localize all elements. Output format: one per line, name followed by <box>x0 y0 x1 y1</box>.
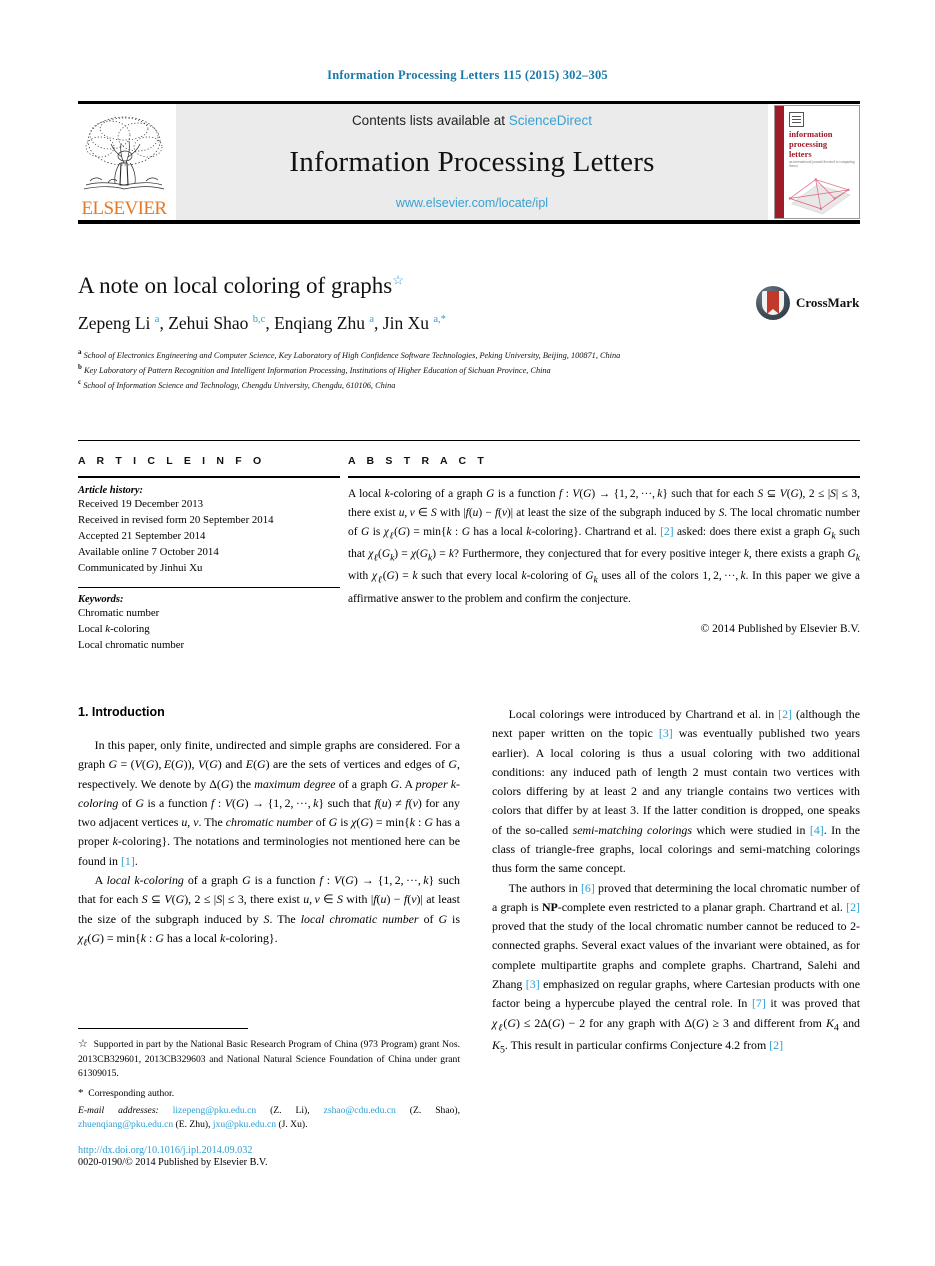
title-footnote-star-icon[interactable]: ☆ <box>392 272 404 287</box>
elsevier-wordmark: ELSEVIER <box>81 198 168 219</box>
section-heading-introduction: 1. Introduction <box>78 705 165 719</box>
article-info-rule <box>78 476 340 478</box>
info-section-top-rule <box>78 440 860 441</box>
affiliation-label: c <box>78 378 82 386</box>
body-paragraph: A local k-coloring of a graph G is a fun… <box>78 872 461 949</box>
masthead-center: Contents lists available at ScienceDirec… <box>176 104 768 220</box>
body-paragraph: Local colorings were introduced by Chart… <box>492 707 860 876</box>
abstract-column: A B S T R A C T A local k-coloring of a … <box>348 455 860 635</box>
masthead-bottom-rule <box>78 220 860 224</box>
article-title-text: A note on local coloring of graphs <box>78 273 393 298</box>
article-history-label: Article history: <box>78 484 144 496</box>
body-left-column: 1. Introduction In this paper, only fini… <box>78 705 460 951</box>
keyword-item: Chromatic number <box>78 606 160 619</box>
footnote-email-addresses: E-mail addresses: lizepeng@pku.edu.cn (Z… <box>78 1104 460 1131</box>
cover-subtitle: an international journal devoted to comp… <box>789 160 855 168</box>
affiliation-text: School of Electronics Engineering and Co… <box>83 350 621 360</box>
article-info-column: A R T I C L E I N F O Article history: R… <box>78 455 340 653</box>
affiliation-text: School of Information Science and Techno… <box>83 380 396 390</box>
article-history-item: Accepted 21 September 2014 <box>78 529 206 542</box>
affiliation-list: a School of Electronics Engineering and … <box>78 347 860 393</box>
cover-title-line-3: letters <box>789 149 812 159</box>
elsevier-logo: ELSEVIER <box>78 104 170 220</box>
cover-title-line-2: processing <box>789 139 828 149</box>
abstract-text: A local k-coloring of a graph G is a fun… <box>348 487 860 605</box>
issn-copyright-line: 0020-0190/© 2014 Published by Elsevier B… <box>78 1156 268 1168</box>
keywords-rule <box>78 586 340 588</box>
article-info-heading: A R T I C L E I N F O <box>78 455 266 467</box>
running-head: Information Processing Letters 115 (2015… <box>327 68 608 82</box>
sciencedirect-link[interactable]: ScienceDirect <box>509 113 592 128</box>
article-history-item: Available online 7 October 2014 <box>78 546 219 559</box>
footnote-corresponding-author: * Corresponding author. <box>78 1086 175 1099</box>
crossmark-icon <box>756 286 790 320</box>
keyword-item: Local chromatic number <box>78 639 185 652</box>
crossmark-label: CrossMark <box>796 295 860 310</box>
journal-url-link[interactable]: www.elsevier.com/locate/ipl <box>396 196 548 210</box>
cover-barcode-icon <box>789 112 804 127</box>
article-history-item: Received in revised form 20 September 20… <box>78 513 274 526</box>
affiliation-item: a School of Electronics Engineering and … <box>78 347 860 362</box>
affiliation-label: a <box>78 347 82 356</box>
crossmark-badge[interactable]: CrossMark <box>756 283 860 323</box>
abstract-copyright: © 2014 Published by Elsevier B.V. <box>700 622 860 635</box>
keyword-item: Local k-coloring <box>78 622 150 635</box>
affiliation-text: Key Laboratory of Pattern Recognition an… <box>83 365 551 375</box>
journal-title: Information Processing Letters <box>289 145 655 178</box>
title-block: A note on local coloring of graphs☆ Zepe… <box>78 272 860 392</box>
article-history-item: Received 19 December 2013 <box>78 497 204 510</box>
elsevier-tree-icon <box>80 111 168 199</box>
cover-graph-diagram <box>788 178 851 215</box>
affiliation-item: b Key Laboratory of Pattern Recognition … <box>78 362 860 377</box>
crossmark-ribbon-shape <box>767 291 779 314</box>
abstract-heading: A B S T R A C T <box>348 455 488 467</box>
body-right-column: Local colorings were introduced by Chart… <box>492 705 860 1058</box>
keywords-label: Keywords: <box>78 593 124 605</box>
affiliation-item: c School of Information Science and Tech… <box>78 377 860 392</box>
footnote-block: ☆ Supported in part by the National Basi… <box>78 1036 460 1168</box>
body-paragraph: The authors in [6] proved that determini… <box>492 880 861 1056</box>
abstract-rule <box>348 476 860 478</box>
author-list: Zepeng Li a, Zehui Shao b,c, Enqiang Zhu… <box>78 312 446 333</box>
contents-available-line: Contents lists available at ScienceDirec… <box>352 113 592 128</box>
affiliation-label: b <box>78 362 82 371</box>
journal-masthead: ELSEVIER Contents lists available at Sci… <box>78 101 860 224</box>
doi-link[interactable]: http://dx.doi.org/10.1016/j.ipl.2014.09.… <box>78 1145 460 1156</box>
article-history-item: Communicated by Jinhui Xu <box>78 562 203 575</box>
article-first-page: Information Processing Letters 115 (2015… <box>0 0 935 1266</box>
body-paragraph: In this paper, only finite, undirected a… <box>78 738 460 868</box>
cover-title-line-1: information <box>789 129 833 139</box>
footnote-rule <box>78 1028 248 1029</box>
page-title: A note on local coloring of graphs☆ <box>78 272 860 300</box>
footnote-funding: ☆ Supported in part by the National Basi… <box>78 1038 460 1080</box>
contents-prefix: Contents lists available at <box>351 113 509 128</box>
journal-cover-thumbnail[interactable]: information processing letters an intern… <box>774 105 860 219</box>
